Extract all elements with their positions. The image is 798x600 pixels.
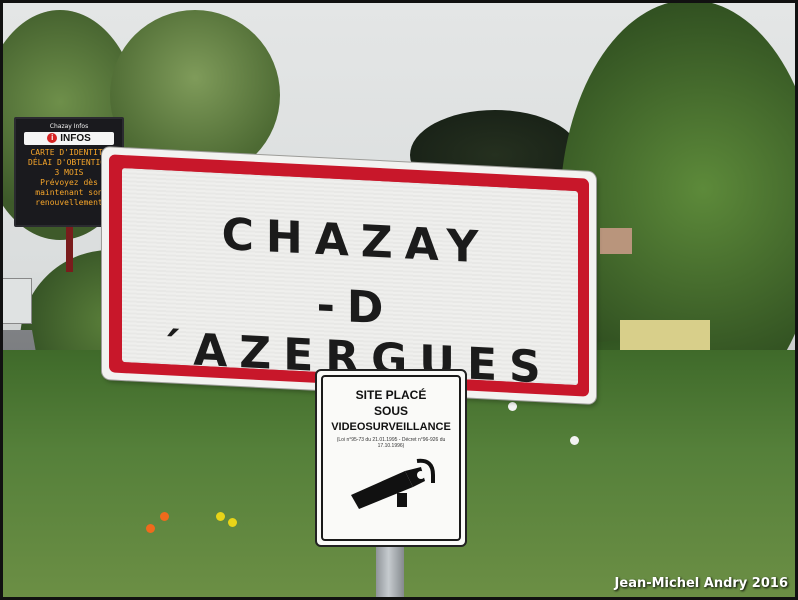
board-pole	[66, 224, 73, 272]
flower	[228, 518, 237, 527]
camera-icon	[351, 458, 435, 509]
sign-panel: CHAZAY -D´AZERGUES	[122, 168, 578, 394]
surveillance-line2: SOUS	[373, 404, 408, 418]
building	[600, 228, 632, 254]
board-title: i INFOS	[24, 132, 114, 145]
surveillance-sign-border: SITE PLACÉ SOUS VIDEOSURVEILLANCE (Loi n…	[321, 375, 461, 541]
flower	[160, 512, 169, 521]
board-title-text: INFOS	[60, 133, 91, 144]
town-sign: CHAZAY -D´AZERGUES	[102, 147, 596, 405]
surveillance-legal: (Loi n°95-73 du 21.01.1995 - Décret n°96…	[336, 437, 446, 449]
surveillance-line1: SITE PLACÉ	[355, 388, 427, 402]
flower	[570, 436, 579, 445]
side-panel	[2, 278, 32, 324]
surveillance-sign: SITE PLACÉ SOUS VIDEOSURVEILLANCE (Loi n…	[315, 369, 467, 547]
town-name-line1: CHAZAY	[221, 209, 491, 274]
flower	[508, 402, 517, 411]
info-icon: i	[47, 133, 58, 143]
flower	[216, 512, 225, 521]
photo-scene: Chazay Infos i INFOS CARTE D'IDENTITE DÉL…	[0, 0, 798, 600]
board-header: Chazay Infos	[49, 123, 89, 130]
flower	[146, 524, 155, 533]
surveillance-line3: VIDEOSURVEILLANCE	[331, 421, 451, 433]
photo-credit: Jean-Michel Andry 2016	[614, 576, 788, 591]
